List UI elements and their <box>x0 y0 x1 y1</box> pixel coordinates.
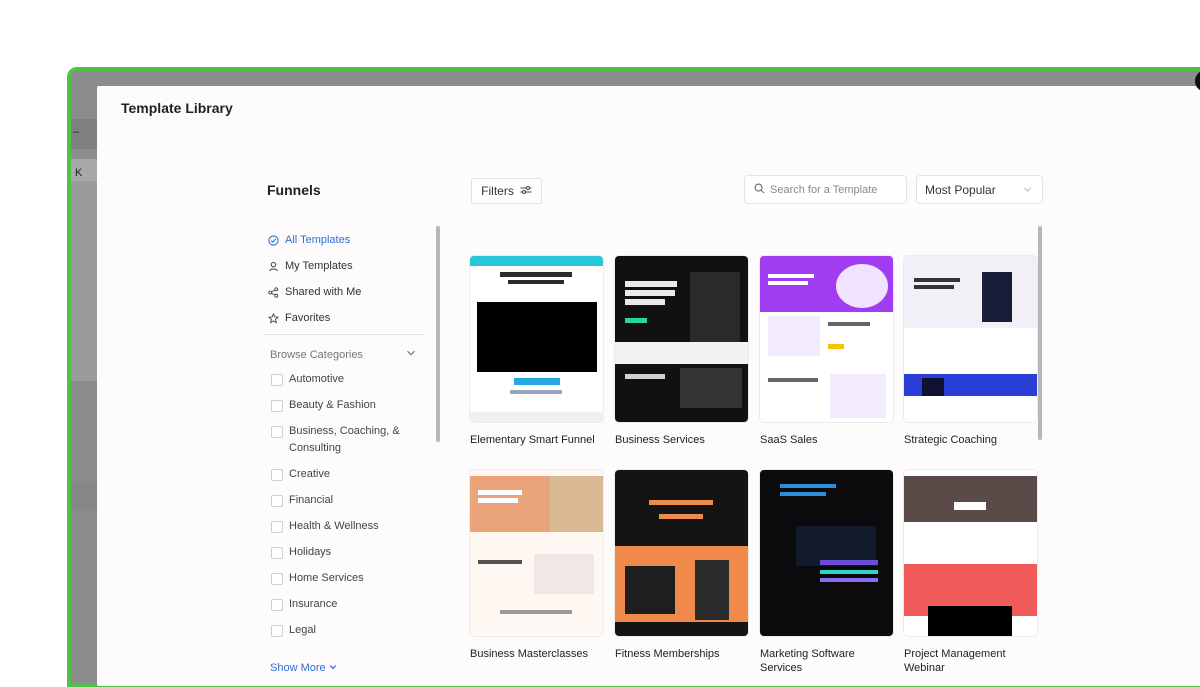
category-label: Creative <box>289 468 330 480</box>
sidebar-item-all-templates[interactable]: All Templates <box>267 227 427 253</box>
category-business-coaching[interactable]: Business, Coaching, & Consulting <box>271 423 431 466</box>
category-financial[interactable]: Financial <box>271 492 431 518</box>
template-card[interactable]: Project Management Webinar <box>904 470 1037 675</box>
template-thumbnail <box>615 256 748 422</box>
sidebar-nav: All Templates My Templates Shared with M… <box>267 227 427 331</box>
sort-select[interactable]: Most Popular <box>916 175 1043 204</box>
show-more-label: Show More <box>270 662 326 674</box>
checkbox[interactable] <box>271 573 283 585</box>
sidebar-item-shared-with-me[interactable]: Shared with Me <box>267 279 427 305</box>
sidebar-item-label: My Templates <box>285 260 353 272</box>
checkbox[interactable] <box>271 374 283 386</box>
category-home-services[interactable]: Home Services <box>271 570 431 596</box>
checkbox[interactable] <box>271 400 283 412</box>
category-label: Holidays <box>289 546 332 558</box>
category-label: Health & Wellness <box>289 520 379 532</box>
template-title: SaaS Sales <box>760 434 818 446</box>
category-label: Business, Coaching, & Consulting <box>289 425 400 454</box>
template-card[interactable]: Strategic Coaching <box>904 256 1037 447</box>
background-panel <box>71 481 97 511</box>
template-card[interactable]: Business Services <box>615 256 748 447</box>
template-title: Elementary Smart Funnel <box>470 434 595 446</box>
search-icon <box>754 181 765 199</box>
grid-scrollbar[interactable] <box>1038 226 1042 440</box>
category-label: Automotive <box>289 373 345 385</box>
category-label: Beauty & Fashion <box>289 399 376 411</box>
modal-title: Template Library <box>121 100 233 116</box>
star-icon <box>267 312 279 324</box>
browse-categories-label: Browse Categories <box>270 348 363 361</box>
template-library-modal: Template Library Funnels All Templates M… <box>97 70 1200 686</box>
sidebar-item-label: All Templates <box>285 234 351 246</box>
filters-button[interactable]: Filters <box>471 178 542 204</box>
sidebar-scrollbar[interactable] <box>436 226 440 442</box>
share-icon <box>267 286 279 298</box>
sidebar-divider <box>264 334 424 335</box>
background-text: K <box>75 167 83 179</box>
checkbox[interactable] <box>271 469 283 481</box>
template-card[interactable]: Fitness Memberships <box>615 470 748 661</box>
checkbox[interactable] <box>271 495 283 507</box>
sidebar-title: Funnels <box>267 182 321 198</box>
sort-value: Most Popular <box>925 182 996 197</box>
user-icon <box>267 260 279 272</box>
template-card[interactable]: SaaS Sales <box>760 256 893 447</box>
category-holidays[interactable]: Holidays <box>271 544 431 570</box>
search-input[interactable] <box>770 183 900 196</box>
background-text: – <box>73 126 80 138</box>
category-label: Legal <box>289 624 316 636</box>
template-title: Business Masterclasses <box>470 648 588 660</box>
template-thumbnail <box>615 470 748 636</box>
chevron-down-icon <box>1023 183 1032 197</box>
template-thumbnail <box>470 256 603 422</box>
template-thumbnail <box>760 470 893 636</box>
template-thumbnail <box>470 470 603 636</box>
checkbox[interactable] <box>271 521 283 533</box>
sidebar-item-label: Favorites <box>285 312 331 324</box>
chevron-down-icon <box>406 348 416 361</box>
category-health-wellness[interactable]: Health & Wellness <box>271 518 431 544</box>
template-title: Fitness Memberships <box>615 648 720 660</box>
checkbox[interactable] <box>271 599 283 611</box>
category-list: Automotive Beauty & Fashion Business, Co… <box>271 371 431 648</box>
template-title: Marketing Software Services <box>760 648 855 674</box>
sidebar-item-favorites[interactable]: Favorites <box>267 305 427 331</box>
category-label: Insurance <box>289 598 338 610</box>
filters-label: Filters <box>481 184 514 198</box>
sidebar-item-label: Shared with Me <box>285 286 362 298</box>
checkbox[interactable] <box>271 426 283 438</box>
template-title: Project Management Webinar <box>904 648 1006 674</box>
check-circle-icon <box>267 234 279 246</box>
template-thumbnail <box>760 256 893 422</box>
template-card[interactable]: Marketing Software Services <box>760 470 893 675</box>
template-card[interactable]: Business Masterclasses <box>470 470 603 661</box>
sliders-icon <box>520 184 532 198</box>
checkbox[interactable] <box>271 547 283 559</box>
show-more-link[interactable]: Show More <box>270 662 337 674</box>
sidebar-item-my-templates[interactable]: My Templates <box>267 253 427 279</box>
category-automotive[interactable]: Automotive <box>271 371 431 397</box>
background-panel <box>71 181 97 381</box>
category-legal[interactable]: Legal <box>271 622 431 648</box>
category-insurance[interactable]: Insurance <box>271 596 431 622</box>
template-thumbnail <box>904 256 1037 422</box>
template-card[interactable]: Elementary Smart Funnel <box>470 256 603 447</box>
category-label: Financial <box>289 494 334 506</box>
chevron-down-icon <box>329 662 337 674</box>
template-title: Strategic Coaching <box>904 434 997 446</box>
template-thumbnail <box>904 470 1037 636</box>
category-label: Home Services <box>289 572 364 584</box>
browse-categories-toggle[interactable]: Browse Categories <box>270 348 416 361</box>
template-title: Business Services <box>615 434 705 446</box>
checkbox[interactable] <box>271 625 283 637</box>
category-beauty-fashion[interactable]: Beauty & Fashion <box>271 397 431 423</box>
category-creative[interactable]: Creative <box>271 466 431 492</box>
search-box[interactable] <box>744 175 907 204</box>
